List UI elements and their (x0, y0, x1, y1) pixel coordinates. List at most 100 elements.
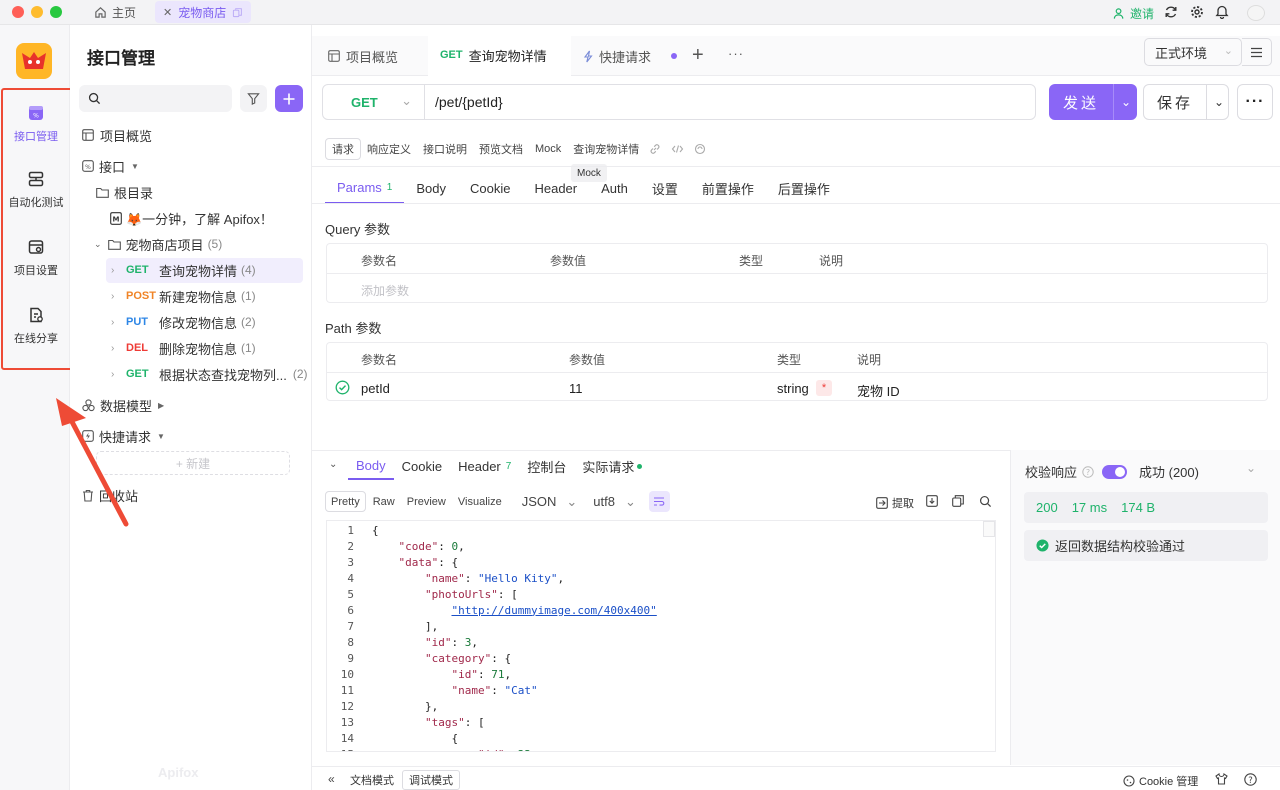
tab-project[interactable]: ✕ 宠物商店 (155, 1, 252, 23)
check-circle-icon[interactable] (335, 380, 350, 395)
add-button[interactable] (275, 85, 303, 112)
add-param-placeholder[interactable]: 添加参数 (361, 282, 409, 299)
minimize-window-button[interactable] (31, 6, 43, 18)
help-icon[interactable]: ? (1082, 465, 1094, 478)
response-code-editor[interactable]: 1{2 "code": 0, 3 "data": {4 "name": "Hell… (326, 520, 996, 752)
tree-endpoint[interactable]: › POST 新建宠物信息 (1) (111, 283, 256, 309)
collapse-chevron-icon[interactable]: ⌄ (329, 459, 337, 470)
subtab-mock[interactable]: Mock (529, 138, 567, 160)
tab-response-cookie[interactable]: Cookie (394, 452, 450, 480)
tab-settings[interactable]: 设置 (640, 172, 690, 204)
tree-endpoint[interactable]: › DEL 删除宠物信息 (1) (111, 335, 256, 361)
param-type[interactable]: string (777, 381, 809, 396)
tab-console[interactable]: 控制台 (519, 452, 574, 480)
format-pretty[interactable]: Pretty (325, 491, 366, 512)
required-marker[interactable]: * (816, 380, 832, 396)
tree-item-quick-requests[interactable]: 快捷请求 ▼ (82, 423, 165, 449)
format-preview[interactable]: Preview (402, 491, 451, 512)
tab-params[interactable]: Params 1 (325, 172, 405, 204)
environment-select[interactable]: 正式环境 ⌄ (1144, 38, 1242, 66)
link-icon[interactable] (649, 143, 661, 155)
download-icon[interactable] (926, 495, 938, 507)
tree-endpoint[interactable]: › GET 根据状态查找宠物列... (2) (111, 361, 308, 387)
tab-post-actions[interactable]: 后置操作 (766, 172, 842, 204)
chevron-down-icon[interactable]: ⌄ (1246, 461, 1256, 475)
wrap-lines-button[interactable] (648, 491, 670, 512)
bell-icon[interactable] (1215, 4, 1229, 19)
environment-menu-button[interactable] (1242, 38, 1272, 66)
tree-item-overview[interactable]: 项目概览 (82, 122, 152, 148)
collapse-sidebar-icon[interactable]: « (328, 772, 335, 786)
avatar[interactable] (1247, 5, 1265, 21)
filter-button[interactable] (240, 85, 267, 112)
tab-response-body[interactable]: Body (348, 452, 394, 480)
copy-icon[interactable] (952, 495, 964, 507)
tab-project-overview[interactable]: 项目概览 (316, 36, 410, 76)
cookie-manager-button[interactable]: Cookie 管理 (1123, 773, 1198, 789)
subtab-interface-description[interactable]: 接口说明 (417, 138, 473, 160)
tree-endpoint[interactable]: › GET 查询宠物详情 (4) (111, 257, 256, 283)
subtab-request[interactable]: 请求 (325, 137, 361, 160)
subtab-preview-doc[interactable]: 预览文档 (473, 138, 529, 160)
rail-item-automation[interactable]: 自动化测试 (2, 158, 70, 222)
tree-item-data-models[interactable]: 数据模型 ▶ (82, 392, 164, 418)
encoding-select[interactable]: utf8 ⌄ (588, 491, 641, 512)
save-button[interactable]: 保存 ⌄ (1143, 84, 1229, 120)
maximize-window-button[interactable] (50, 6, 62, 18)
tab-quick-request[interactable]: 快捷请求 (571, 36, 689, 76)
debug-mode-button[interactable]: 调试模式 (402, 770, 460, 790)
code-icon[interactable] (671, 143, 684, 155)
rail-item-api-management[interactable]: % 接口管理 (2, 92, 70, 156)
status-select[interactable]: 成功 (200) (1139, 462, 1199, 481)
param-description[interactable]: 宠物 ID (857, 381, 900, 400)
scrollbar[interactable] (983, 521, 995, 537)
rail-item-project-settings[interactable]: 项目设置 (2, 226, 70, 290)
tab-home[interactable]: 主页 (86, 1, 144, 23)
help-icon[interactable]: ? (1244, 773, 1257, 786)
search-input[interactable] (79, 85, 232, 112)
send-button[interactable]: 发送 ⌄ (1049, 84, 1137, 120)
method-select[interactable]: GET ⌄ (323, 85, 425, 119)
tab-actual-request[interactable]: 实际请求 (574, 452, 650, 480)
tab-current-endpoint[interactable]: GET 查询宠物详情 (428, 36, 571, 76)
tree-item-root[interactable]: 根目录 (96, 179, 153, 205)
rail-item-online-share[interactable]: 在线分享 (2, 294, 70, 358)
copy-icon[interactable] (232, 7, 243, 18)
tree-item-interfaces[interactable]: % 接口 ▼ (82, 153, 139, 179)
tab-cookie[interactable]: Cookie (458, 172, 522, 204)
close-tab-icon[interactable]: ✕ (163, 6, 172, 19)
tab-response-header[interactable]: Header 7 (450, 452, 519, 480)
param-name[interactable]: petId (361, 381, 390, 396)
doc-mode-button[interactable]: 文档模式 (344, 770, 400, 790)
tab-pre-actions[interactable]: 前置操作 (690, 172, 766, 204)
close-window-button[interactable] (12, 6, 24, 18)
more-options-button[interactable]: ··· (1237, 84, 1273, 120)
tab-body[interactable]: Body (404, 172, 458, 204)
tab-more-button[interactable]: ··· (728, 46, 744, 61)
tab-auth[interactable]: Auth (589, 172, 640, 204)
tab-header[interactable]: Header (522, 172, 589, 204)
save-dropdown-icon[interactable]: ⌄ (1206, 85, 1224, 119)
gear-icon[interactable] (1190, 5, 1204, 19)
tree-item-trash[interactable]: 回收站 (82, 482, 138, 508)
send-dropdown-icon[interactable]: ⌄ (1113, 84, 1131, 120)
tree-endpoint[interactable]: › PUT 修改宠物信息 (2) (111, 309, 256, 335)
sync-icon[interactable] (1164, 5, 1178, 19)
new-tab-button[interactable]: + (692, 44, 704, 67)
refresh-icon[interactable] (694, 143, 706, 155)
search-icon[interactable] (979, 495, 992, 508)
param-value[interactable]: 11 (569, 381, 583, 396)
extract-button[interactable]: 提取 (876, 495, 914, 511)
subtab-response-definition[interactable]: 响应定义 (361, 138, 417, 160)
shirt-icon[interactable] (1215, 773, 1228, 785)
invite-button[interactable]: 邀请 (1113, 5, 1154, 22)
url-input[interactable]: /pet/{petId} (435, 94, 503, 110)
new-quick-request-button[interactable]: + 新建 (96, 451, 290, 475)
tree-item-folder[interactable]: ⌄ 宠物商店项目 (5) (94, 231, 222, 257)
tree-item-intro[interactable]: M 🦊一分钟，了解 Apifox！ (110, 205, 273, 231)
lang-select[interactable]: JSON ⌄ (517, 491, 583, 512)
format-raw[interactable]: Raw (368, 491, 400, 512)
format-visualize[interactable]: Visualize (453, 491, 507, 512)
validate-toggle[interactable] (1102, 464, 1128, 479)
add-param-row[interactable]: 添加参数 (327, 274, 1267, 304)
